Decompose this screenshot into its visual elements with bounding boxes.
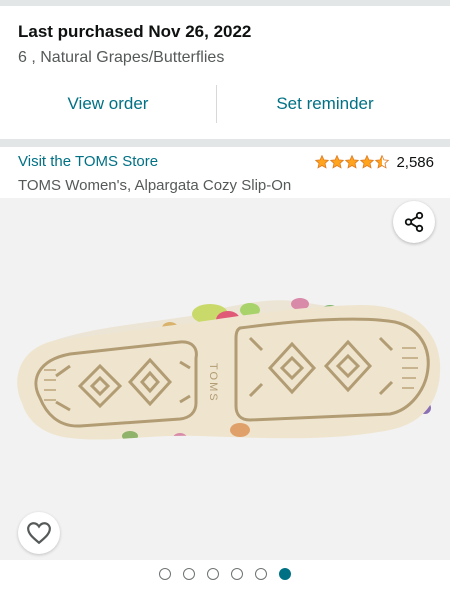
product-image-gallery[interactable]: TOMS xyxy=(0,198,450,560)
set-reminder-button[interactable]: Set reminder xyxy=(217,84,433,124)
pagination-dot[interactable] xyxy=(279,568,291,580)
purchase-info: Last purchased Nov 26, 2022 6 , Natural … xyxy=(18,22,438,68)
purchased-variant: 6 , Natural Grapes/Butterflies xyxy=(18,49,225,66)
image-pagination xyxy=(0,567,450,581)
pagination-dot[interactable] xyxy=(159,568,171,580)
star-icon xyxy=(360,155,375,169)
purchase-actions: View order Set reminder xyxy=(0,84,450,124)
star-icon xyxy=(315,155,330,169)
wishlist-button[interactable] xyxy=(18,512,60,554)
share-button[interactable] xyxy=(393,201,435,243)
pagination-dot[interactable] xyxy=(255,568,267,580)
rating-stars xyxy=(315,155,390,169)
star-icon xyxy=(375,155,390,169)
pagination-dot[interactable] xyxy=(207,568,219,580)
store-row: Visit the TOMS Store 2,586 xyxy=(18,152,438,172)
heart-icon xyxy=(27,522,51,545)
pagination-dot[interactable] xyxy=(183,568,195,580)
rating-count: 2,586 xyxy=(396,153,434,171)
product-title: TOMS Women's, Alpargata Cozy Slip-On xyxy=(18,177,292,194)
pagination-dot[interactable] xyxy=(231,568,243,580)
section-divider xyxy=(0,139,450,147)
share-icon xyxy=(404,211,424,233)
last-purchased-title: Last purchased Nov 26, 2022 xyxy=(18,22,252,41)
view-order-button[interactable]: View order xyxy=(0,84,216,124)
product-image: TOMS xyxy=(17,298,441,440)
top-divider xyxy=(0,0,450,6)
rating-summary[interactable]: 2,586 xyxy=(315,152,434,172)
visit-store-link[interactable]: Visit the TOMS Store xyxy=(18,152,158,172)
sole-brand-text: TOMS xyxy=(207,363,219,403)
star-icon xyxy=(330,155,345,169)
star-icon xyxy=(345,155,360,169)
